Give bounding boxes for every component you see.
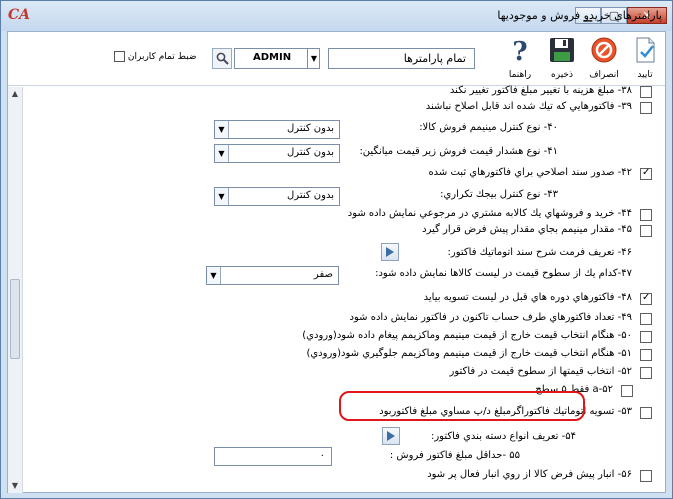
row-41-label: ۴۱- نوع هشدار قيمت فروش زير قيمت ميانگين… (359, 146, 558, 157)
vertical-scrollbar[interactable]: ▲ ▼ (8, 87, 23, 493)
confirm-label: تاييد (637, 70, 653, 80)
checkbox-44[interactable] (640, 209, 652, 221)
row-44-label: ۴۴- خريد و فروشهاي يك كالابه مشتري در مر… (347, 208, 632, 219)
record-all-users-checkbox[interactable] (114, 51, 125, 62)
title-bar: CA ▁ ▢ ✕ پارامترهاي خريدو فروش و موجوديه… (1, 1, 672, 31)
play-arrow-icon (386, 247, 394, 257)
invoice-description-format-button[interactable] (381, 243, 399, 261)
row-39-label: ۳۹- فاكتورهايي كه تيك شده اند قابل اصلاح… (425, 101, 632, 112)
row-50-label: ۵۰- هنگام انتخاب قيمت خارج از قيمت مينيم… (302, 330, 632, 341)
checkbox-50[interactable] (640, 331, 652, 343)
user-select-value: ADMIN (253, 52, 292, 63)
row-55-label: ۵۵ -حداقل مبلغ فاكتور فروش : (389, 450, 520, 461)
checkbox-52a[interactable] (621, 385, 633, 397)
help-label: راهنما (508, 70, 532, 80)
row-42-label: ۴۲- صدور سند اصلاحي براي فاكتورهاي ثبت ش… (428, 167, 632, 178)
help-button[interactable]: ? راهنما (504, 35, 536, 83)
min-sale-invoice-amount-input[interactable]: ۰ (214, 447, 332, 466)
min-sale-invoice-amount-value: ۰ (319, 450, 325, 461)
duplicate-invoice-control-select[interactable]: ▼ بدون كنترل (214, 187, 340, 206)
row-46-label: ۴۶- تعريف فرمت شرح سند اتوماتيك فاكتور: (447, 247, 633, 258)
checkbox-53[interactable] (640, 407, 652, 419)
svg-text:?: ? (512, 37, 527, 65)
highlight-annotation (339, 391, 585, 421)
checkbox-51[interactable] (640, 349, 652, 361)
checkbox-45[interactable] (640, 225, 652, 237)
toolbar: تاييد انصراف ذخيره ? راهنما تمام پارامتر… (8, 32, 665, 86)
parameter-filter-select[interactable]: تمام پارامترها (328, 48, 475, 69)
row-48-label: ۴۸- فاكتورهاي دوره هاي قبل در ليست تسويه… (423, 292, 632, 303)
main-window: CA ▁ ▢ ✕ پارامترهاي خريدو فروش و موجوديه… (0, 0, 673, 499)
cancel-button[interactable]: انصراف (588, 35, 620, 83)
scroll-down-icon[interactable]: ▼ (8, 479, 22, 493)
checkbox-49[interactable] (640, 313, 652, 325)
row-49-label: ۴۹- تعداد فاكتورهاي طرف حساب تاكنون در ف… (349, 312, 632, 323)
min-sale-control-select[interactable]: ▼ بدون كنترل (214, 120, 340, 139)
cancel-label: انصراف (589, 70, 619, 80)
chevron-down-icon[interactable]: ▼ (215, 121, 229, 138)
record-all-users-label: ضبط تمام كاربران (127, 52, 197, 62)
invoice-category-definition-button[interactable] (382, 427, 400, 445)
row-54-label: ۵۴- تعريف انواع دسته بندي فاكتور: (430, 431, 576, 442)
checkbox-52[interactable] (640, 367, 652, 379)
price-level-value: صفر (313, 269, 333, 280)
checkbox-48[interactable] (640, 292, 652, 305)
row-47-label: ۴۷-كدام يك از سطوح قيمت در ليست كالاها ن… (375, 268, 632, 279)
scroll-up-icon[interactable]: ▲ (8, 87, 22, 101)
save-label: ذخيره (551, 70, 573, 80)
row-56-label: ۵۶- انبار پيش فرض كالا از روي انبار فعال… (427, 469, 632, 480)
row-52-label: ۵۲- انتخاب قيمتها از سطوح قيمت در فاكتور (449, 366, 632, 377)
chevron-down-icon[interactable]: ▼ (307, 49, 320, 68)
scroll-thumb[interactable] (10, 279, 20, 359)
app-logo: CA (8, 7, 31, 23)
checkbox-56[interactable] (640, 470, 652, 482)
row-51-label: ۵۱- هنگام انتخاب قيمت خارج از قيمت مينيم… (306, 348, 632, 359)
search-icon (216, 52, 229, 65)
play-arrow-icon (387, 431, 395, 441)
document-check-icon (636, 37, 655, 63)
below-avg-price-alert-select[interactable]: ▼ بدون كنترل (214, 144, 340, 163)
duplicate-invoice-control-value: بدون كنترل (287, 190, 334, 201)
search-button[interactable] (212, 48, 232, 69)
checkbox-39[interactable] (640, 102, 652, 114)
checkbox-38[interactable] (640, 86, 652, 98)
min-sale-control-value: بدون كنترل (287, 123, 334, 134)
floppy-disk-icon (550, 38, 574, 62)
row-43-label: ۴۳- نوع كنترل بيجك تكراري: (440, 189, 558, 200)
below-avg-price-alert-value: بدون كنترل (287, 147, 334, 158)
row-45-label: ۴۵- مقدار مينيمم بجاي مقدار پيش فرض قرار… (422, 224, 632, 235)
row-40-label: ۴۰- نوع كنترل مينيمم فروش كالا: (419, 122, 558, 133)
chevron-down-icon[interactable]: ▼ (215, 145, 229, 162)
chevron-down-icon[interactable]: ▼ (215, 188, 229, 205)
question-mark-icon: ? (512, 37, 527, 67)
confirm-button[interactable]: تاييد (629, 35, 661, 83)
cancel-icon (591, 37, 617, 63)
chevron-down-icon[interactable]: ▼ (207, 267, 221, 284)
user-select[interactable]: ADMIN ▼ (234, 48, 320, 69)
row-38-label: ۳۸- مبلغ هزينه با تغيير مبلغ فاكتور تغيي… (449, 85, 632, 96)
checkbox-42[interactable] (640, 167, 652, 180)
window-title: پارامترهاي خريدو فروش و موجوديها (497, 9, 662, 22)
save-button[interactable]: ذخيره (546, 35, 578, 83)
record-all-users-option[interactable]: ضبط تمام كاربران (112, 51, 196, 62)
price-level-select[interactable]: ▼ صفر (206, 266, 339, 285)
